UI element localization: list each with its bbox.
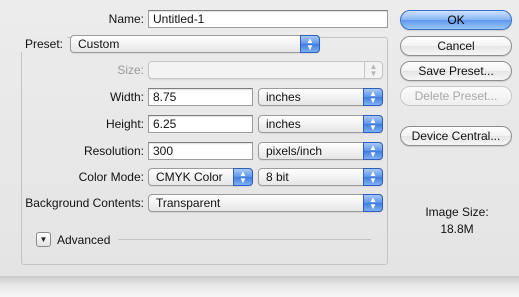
image-size-value: 18.8M: [440, 222, 474, 236]
bit-depth-value: 8 bit: [266, 170, 289, 184]
background-contents-label: Background Contents:: [25, 196, 144, 210]
preset-select[interactable]: Custom ▲ ▼: [70, 35, 320, 53]
delete-preset-button[interactable]: Delete Preset...: [400, 86, 512, 106]
resolution-label: Resolution:: [83, 144, 144, 158]
up-down-arrows-icon: ▲ ▼: [363, 115, 383, 133]
advanced-label: Advanced: [57, 233, 111, 247]
height-unit-select[interactable]: inches ▲ ▼: [258, 115, 383, 133]
preset-value: Custom: [78, 37, 120, 51]
name-field[interactable]: Untitled-1: [148, 10, 388, 28]
resolution-unit-select[interactable]: pixels/inch ▲ ▼: [258, 142, 383, 160]
color-mode-label: Color Mode:: [78, 170, 144, 184]
resolution-field[interactable]: 300: [148, 142, 253, 160]
window-bottom-shadow: [0, 276, 519, 297]
ok-button[interactable]: OK: [400, 10, 512, 30]
color-mode-value: CMYK Color: [156, 170, 223, 184]
up-down-arrows-icon: ▲ ▼: [364, 62, 382, 78]
size-label: Size:: [117, 63, 144, 77]
preset-label: Preset:: [21, 36, 68, 52]
up-down-arrows-icon: ▲ ▼: [233, 168, 253, 186]
width-unit-value: inches: [266, 90, 301, 104]
up-down-arrows-icon: ▲ ▼: [363, 142, 383, 160]
resolution-unit-value: pixels/inch: [266, 144, 323, 158]
up-down-arrows-icon: ▲ ▼: [363, 194, 383, 212]
new-document-dialog: Name: Untitled-1 Preset: Custom ▲ ▼ Size:…: [0, 0, 519, 280]
cancel-button[interactable]: Cancel: [400, 36, 512, 56]
size-select[interactable]: ▲ ▼: [148, 61, 383, 79]
background-contents-value: Transparent: [156, 196, 221, 210]
background-contents-select[interactable]: Transparent ▲ ▼: [148, 194, 383, 212]
image-size-label: Image Size:: [425, 205, 489, 219]
bit-depth-select[interactable]: 8 bit ▲ ▼: [258, 168, 383, 186]
height-field[interactable]: 6.25: [148, 115, 253, 133]
height-unit-value: inches: [266, 117, 301, 131]
name-label: Name:: [108, 12, 144, 26]
color-mode-select[interactable]: CMYK Color ▲ ▼: [148, 168, 253, 186]
save-preset-button[interactable]: Save Preset...: [400, 61, 512, 81]
disclosure-triangle-icon[interactable]: ▼: [36, 232, 51, 247]
width-field[interactable]: 8.75: [148, 88, 253, 106]
up-down-arrows-icon: ▲ ▼: [300, 35, 320, 53]
width-unit-select[interactable]: inches ▲ ▼: [258, 88, 383, 106]
up-down-arrows-icon: ▲ ▼: [363, 88, 383, 106]
height-label: Height:: [105, 117, 144, 131]
device-central-button[interactable]: Device Central...: [400, 126, 512, 146]
width-label: Width:: [109, 90, 144, 104]
advanced-divider: [118, 239, 371, 240]
up-down-arrows-icon: ▲ ▼: [363, 168, 383, 186]
